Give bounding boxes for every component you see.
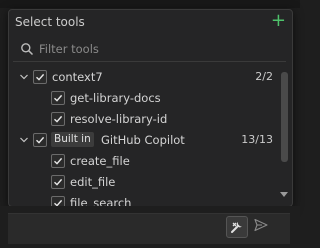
- built-in-badge: Built in: [51, 132, 94, 147]
- group-count: 2/2: [255, 70, 273, 83]
- check-icon: [36, 136, 45, 144]
- check-icon: [54, 94, 63, 102]
- picker-header: Select tools +: [9, 10, 292, 36]
- check-icon: [54, 199, 63, 206]
- tool-row[interactable]: get-library-docs: [9, 88, 281, 109]
- tool-checkbox[interactable]: [51, 112, 65, 126]
- tool-row[interactable]: resolve-library-id: [9, 109, 281, 130]
- check-icon: [54, 178, 63, 186]
- tool-name: resolve-library-id: [70, 112, 168, 126]
- editor-backdrop: [0, 0, 300, 8]
- group-name: context7: [52, 70, 103, 84]
- tool-name: create_file: [70, 154, 130, 168]
- tool-checkbox[interactable]: [51, 196, 65, 206]
- check-icon: [54, 157, 63, 165]
- list-scrollbar[interactable]: [281, 72, 288, 162]
- check-icon: [54, 115, 63, 123]
- chevron-down-icon[interactable]: [20, 137, 28, 143]
- chevron-down-icon[interactable]: [20, 74, 28, 80]
- scroll-down-icon[interactable]: [280, 192, 288, 198]
- tool-checkbox[interactable]: [51, 91, 65, 105]
- group-row-github-copilot[interactable]: Built in GitHub Copilot 13/13: [9, 130, 281, 151]
- tool-list: context7 2/2 get-library-docs resolve-li…: [9, 67, 285, 206]
- tool-row[interactable]: create_file: [9, 151, 281, 172]
- tool-name: get-library-docs: [70, 91, 161, 105]
- send-icon[interactable]: [254, 218, 268, 232]
- tool-row[interactable]: edit_file: [9, 172, 281, 193]
- tool-name: file_search: [70, 196, 132, 206]
- filter-input[interactable]: [39, 41, 279, 57]
- search-icon: [21, 43, 34, 56]
- group-checkbox[interactable]: [33, 133, 47, 147]
- group-count: 13/13: [241, 133, 273, 146]
- configure-tools-button[interactable]: [226, 216, 248, 238]
- group-row-context7[interactable]: context7 2/2: [9, 67, 281, 88]
- tool-row[interactable]: file_search: [9, 193, 281, 206]
- tool-picker-panel: Select tools + context7 2/2 get-library-…: [8, 9, 293, 207]
- tools-icon: [231, 222, 242, 233]
- tool-checkbox[interactable]: [51, 175, 65, 189]
- picker-title: Select tools: [15, 15, 85, 29]
- filter-box: [13, 39, 286, 62]
- group-checkbox[interactable]: [33, 70, 47, 84]
- plus-icon[interactable]: +: [271, 11, 286, 31]
- check-icon: [36, 73, 45, 81]
- tool-checkbox[interactable]: [51, 154, 65, 168]
- group-name: GitHub Copilot: [101, 133, 185, 147]
- tool-name: edit_file: [70, 175, 116, 189]
